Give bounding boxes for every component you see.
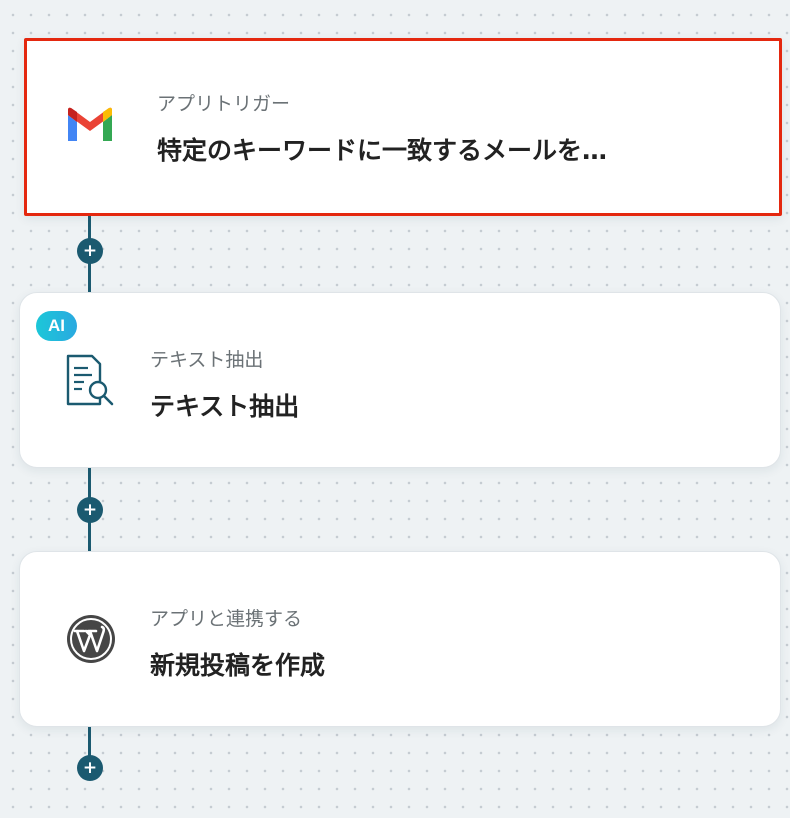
wordpress-icon: [64, 612, 118, 666]
add-step-button[interactable]: +: [77, 238, 103, 264]
flow-step-card-wordpress[interactable]: アプリと連携する 新規投稿を作成: [19, 551, 781, 727]
step-title: 特定のキーワードに一致するメールを…: [157, 136, 608, 165]
add-step-button[interactable]: +: [77, 497, 103, 523]
flow-step-card-trigger[interactable]: アプリトリガー 特定のキーワードに一致するメールを…: [24, 38, 782, 216]
gmail-icon: [63, 99, 117, 153]
add-step-button[interactable]: +: [77, 755, 103, 781]
step-type-label: アプリと連携する: [150, 608, 303, 630]
ai-badge: AI: [36, 311, 77, 341]
step-title: 新規投稿を作成: [150, 651, 326, 680]
step-title: テキスト抽出: [150, 392, 300, 421]
text-extract-icon: [62, 353, 116, 407]
step-type-label: テキスト抽出: [150, 349, 264, 371]
flow-step-card-text-extract[interactable]: AI テキスト抽出 テキスト抽出: [19, 292, 781, 468]
step-type-label: アプリトリガー: [157, 93, 291, 115]
